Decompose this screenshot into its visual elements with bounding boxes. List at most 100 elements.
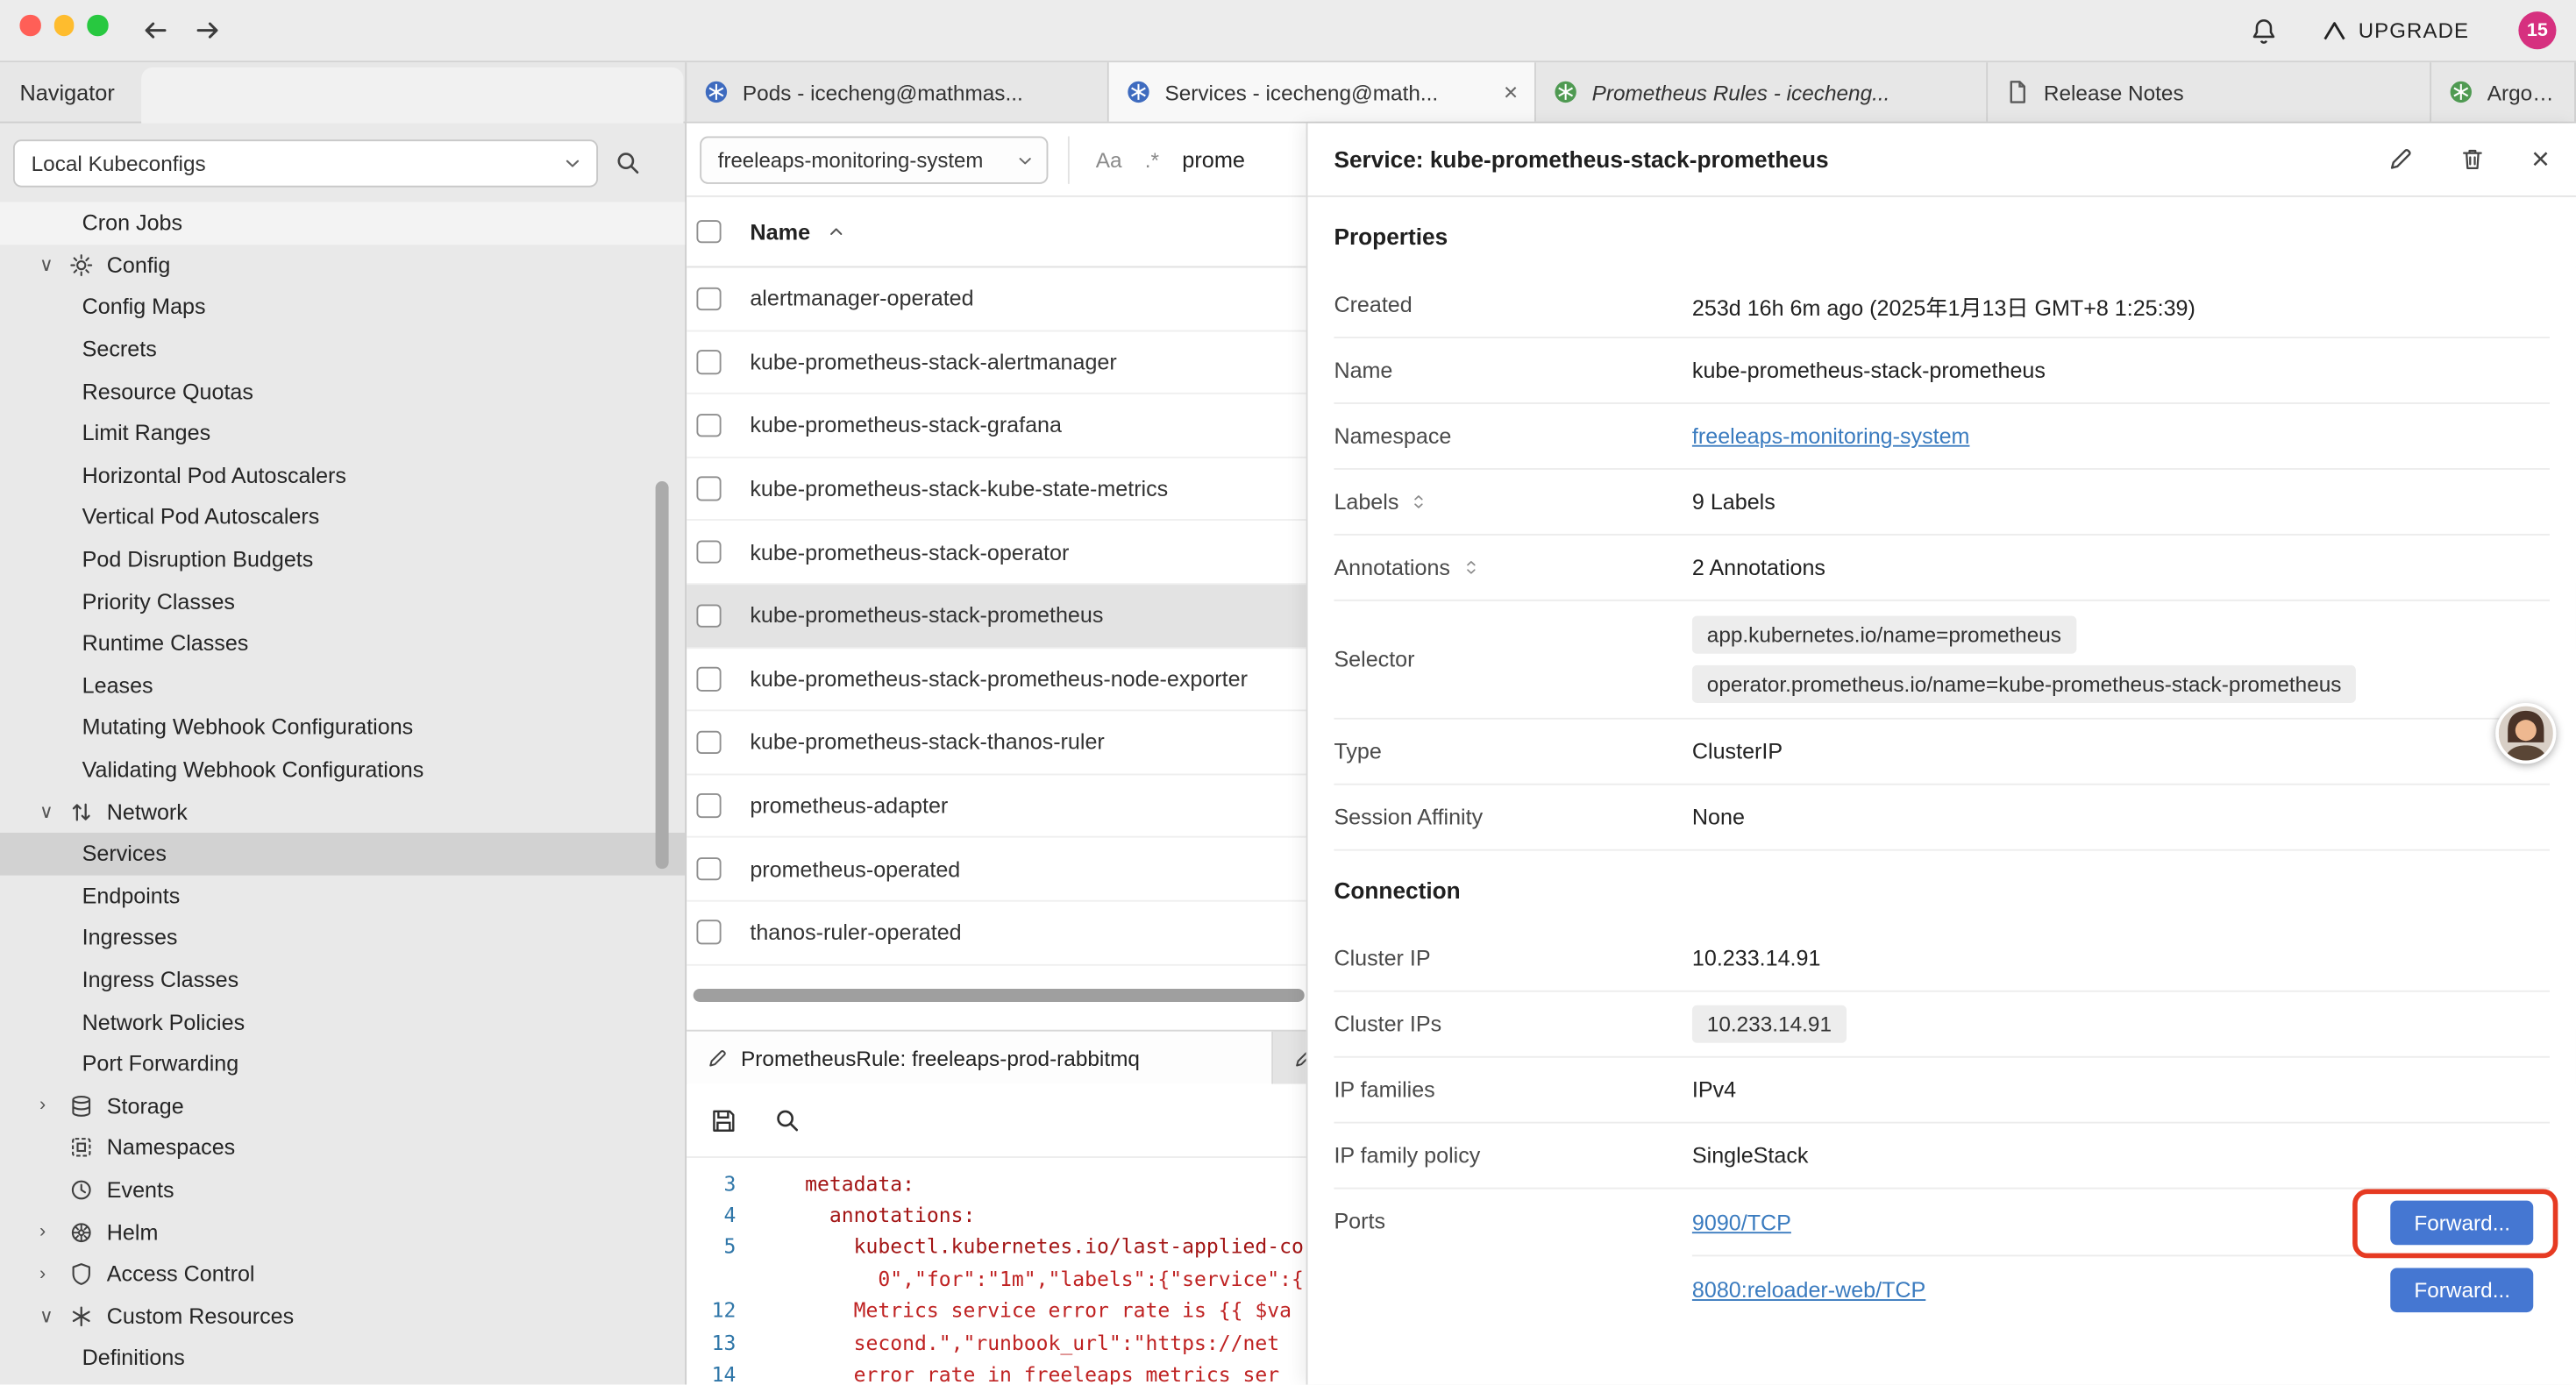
row-checkbox[interactable] [696, 540, 720, 564]
property-label: Cluster IPs [1334, 1012, 1691, 1036]
chevron-icon[interactable]: ∨ [39, 800, 69, 823]
sidebar-item[interactable]: ∨ Custom Resources [0, 1295, 685, 1337]
sidebar-item[interactable]: Limit Ranges [0, 412, 685, 454]
sidebar-item[interactable]: Ingress Classes [0, 959, 685, 1001]
row-checkbox[interactable] [696, 730, 720, 754]
upgrade-icon [2321, 18, 2347, 44]
notification-badge[interactable]: 15 [2518, 11, 2556, 49]
selector-badge: app.kubernetes.io/name=prometheus [1692, 616, 2076, 654]
editor-tab[interactable]: Release Notes [1988, 62, 2431, 121]
sidebar-item-label: Mutating Webhook Configurations [82, 715, 414, 740]
save-icon[interactable] [709, 1106, 737, 1134]
sidebar-item[interactable]: Vertical Pod Autoscalers [0, 496, 685, 538]
notifications-icon[interactable] [2248, 16, 2278, 46]
edit-icon[interactable] [2387, 146, 2413, 173]
annotations-value[interactable]: 2 Annotations [1692, 555, 1825, 579]
chevron-icon[interactable]: ∨ [39, 1304, 69, 1327]
sidebar-item[interactable]: › Storage [0, 1085, 685, 1127]
chevron-icon[interactable]: ∨ [39, 253, 69, 276]
match-case-toggle[interactable]: Aa [1096, 148, 1122, 173]
sidebar-search-icon[interactable] [615, 150, 641, 176]
sidebar-item[interactable]: Endpoints [0, 875, 685, 917]
sort-ascending-icon[interactable] [827, 222, 846, 241]
sidebar-item[interactable]: › Helm [0, 1211, 685, 1253]
namespace-link[interactable]: freeleaps-monitoring-system [1692, 423, 1970, 448]
sidebar-item-label: Leases [82, 673, 153, 698]
sidebar-item[interactable]: Cron Jobs [0, 202, 685, 244]
editor-tab[interactable]: Argo Se [2431, 62, 2576, 121]
sidebar-item[interactable]: Resource Quotas [0, 370, 685, 412]
row-checkbox[interactable] [696, 857, 720, 881]
row-checkbox[interactable] [696, 794, 720, 818]
detail-panel: Service: kube-prometheus-stack-prometheu… [1306, 124, 2576, 1385]
row-checkbox[interactable] [696, 667, 720, 691]
section-properties: Properties [1334, 224, 2550, 250]
row-checkbox[interactable] [696, 920, 720, 944]
upgrade-button[interactable]: UPGRADE [2321, 18, 2470, 44]
sidebar-item[interactable]: Leases [0, 664, 685, 707]
name-column-header[interactable]: Name [750, 219, 810, 244]
sidebar-item-label: Config Maps [82, 295, 206, 319]
editor-tab[interactable]: Services - icecheng@math... × [1109, 62, 1536, 121]
app-window: UPGRADE 15 Navigator Pods - icecheng@mat… [0, 0, 2576, 1385]
sidebar-item-label: Vertical Pod Autoscalers [82, 505, 320, 529]
sidebar-item[interactable]: Validating Webhook Configurations [0, 749, 685, 791]
sidebar-item[interactable]: Events [0, 1168, 685, 1211]
namespace-selector[interactable]: freeleaps-monitoring-system [700, 137, 1048, 184]
row-checkbox[interactable] [696, 414, 720, 437]
row-checkbox[interactable] [696, 477, 720, 501]
labels-value[interactable]: 9 Labels [1692, 489, 1775, 514]
delete-icon[interactable] [2459, 146, 2486, 173]
port-link[interactable]: 9090/TCP [1692, 1210, 1791, 1234]
session-affinity-value: None [1692, 805, 1745, 829]
sidebar-item[interactable]: Mutating Webhook Configurations [0, 707, 685, 749]
sidebar-item[interactable]: Network Policies [0, 1001, 685, 1043]
zoom-window-button[interactable] [87, 15, 107, 35]
expand-icon[interactable] [1462, 558, 1480, 577]
name-value: kube-prometheus-stack-prometheus [1692, 358, 2046, 382]
tab-close-icon[interactable]: × [1504, 80, 1518, 104]
sidebar-item[interactable]: Priority Classes [0, 580, 685, 622]
regex-toggle[interactable]: .* [1145, 148, 1159, 173]
chevron-icon[interactable]: › [39, 1096, 69, 1115]
minimize-window-button[interactable] [53, 15, 74, 35]
sidebar-item[interactable]: Runtime Classes [0, 622, 685, 664]
property-label: Type [1334, 739, 1691, 764]
expand-icon[interactable] [1411, 493, 1429, 511]
avatar[interactable] [2495, 703, 2556, 764]
sidebar-item[interactable]: Services [0, 833, 685, 875]
port-link[interactable]: 8080:reloader-web/TCP [1692, 1277, 1925, 1302]
sidebar-item[interactable]: ∨ Network [0, 791, 685, 833]
editor-tab[interactable]: Prometheus Rules - icecheng... [1536, 62, 1988, 121]
sidebar-item[interactable]: Config Maps [0, 286, 685, 328]
forward-icon[interactable] [194, 17, 222, 45]
sidebar-item[interactable]: Definitions [0, 1337, 685, 1379]
sidebar-scrollbar[interactable] [656, 481, 669, 869]
forward-button[interactable]: Forward... [2391, 1268, 2533, 1312]
navigator-tree: Cron Jobs ∨ Config Config Maps Secrets R… [0, 202, 685, 1379]
table-search-input[interactable]: Aa .* prome [1068, 137, 1245, 184]
kubeconfig-selector[interactable]: Local Kubeconfigs [13, 139, 598, 187]
row-checkbox[interactable] [696, 350, 720, 373]
sidebar-item[interactable]: Port Forwarding [0, 1043, 685, 1085]
select-all-checkbox[interactable] [696, 220, 720, 244]
row-checkbox[interactable] [696, 604, 720, 628]
sidebar-item[interactable]: ∨ Config [0, 244, 685, 286]
sidebar-item[interactable]: Horizontal Pod Autoscalers [0, 454, 685, 496]
dock-tab-prometheusrule[interactable]: PrometheusRule: freeleaps-prod-rabbitmq [687, 1032, 1273, 1084]
chevron-icon[interactable]: › [39, 1222, 69, 1241]
sidebar-item[interactable]: Namespaces [0, 1126, 685, 1168]
close-window-button[interactable] [19, 15, 39, 35]
sidebar-item[interactable]: Secrets [0, 328, 685, 370]
sidebar-item[interactable]: › Access Control [0, 1253, 685, 1295]
forward-button[interactable]: Forward... [2391, 1200, 2533, 1245]
editor-search-icon[interactable] [774, 1107, 801, 1133]
editor-tab[interactable]: Pods - icecheng@mathmas... [687, 62, 1109, 121]
chevron-icon[interactable]: › [39, 1264, 69, 1283]
close-icon[interactable]: × [2531, 144, 2550, 175]
back-icon[interactable] [141, 17, 169, 45]
horizontal-scrollbar[interactable] [694, 989, 1305, 1002]
row-checkbox[interactable] [696, 287, 720, 310]
sidebar-item[interactable]: Pod Disruption Budgets [0, 538, 685, 580]
sidebar-item[interactable]: Ingresses [0, 917, 685, 959]
